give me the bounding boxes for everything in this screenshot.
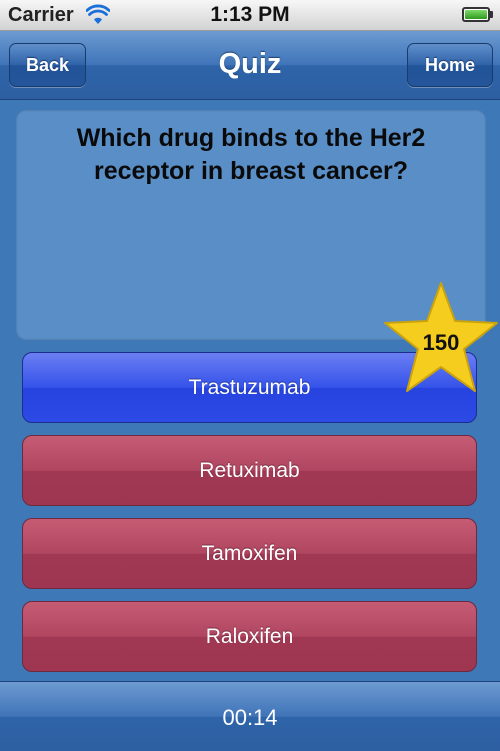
answer-button-2[interactable]: Retuximab (22, 435, 477, 506)
battery-icon (462, 7, 490, 22)
answer-button-3[interactable]: Tamoxifen (22, 518, 477, 589)
question-text: Which drug binds to the Her2 receptor in… (76, 124, 426, 185)
status-time: 1:13 PM (210, 3, 290, 26)
bottom-toolbar: 00:14 (0, 681, 500, 751)
home-button[interactable]: Home (407, 43, 493, 87)
battery-tip (490, 11, 493, 18)
answer-button-4[interactable]: Raloxifen (22, 601, 477, 672)
navigation-bar: Back Quiz Home (0, 31, 500, 100)
status-bar: Carrier 1:13 PM (0, 0, 500, 31)
score-points: 150 (422, 330, 460, 355)
timer-label: 00:14 (222, 705, 278, 730)
